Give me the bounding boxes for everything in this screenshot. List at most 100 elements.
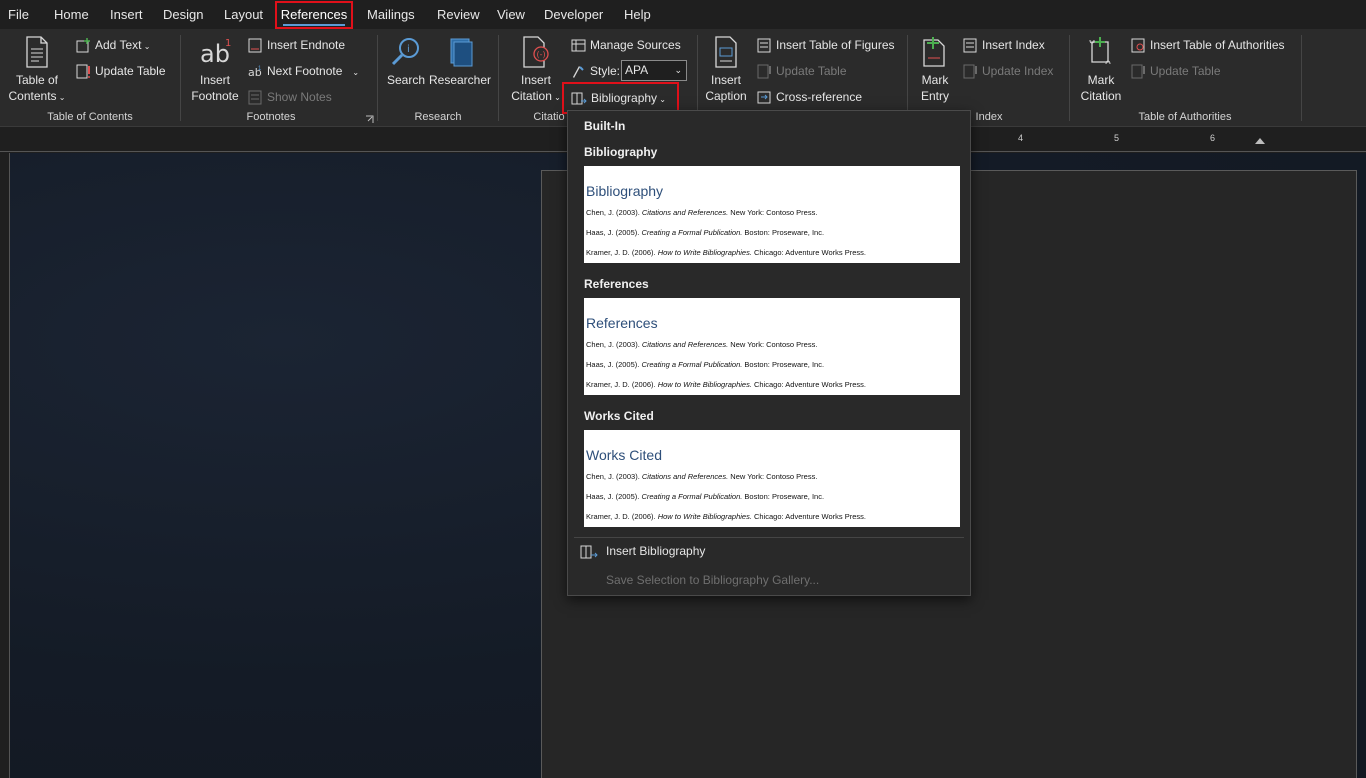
group-label-authorities: Table of Authorities bbox=[1138, 111, 1232, 123]
mark-citation-button[interactable]: Mark Citation bbox=[1076, 36, 1126, 104]
update-table-button[interactable]: Update Table bbox=[76, 61, 166, 81]
search-button[interactable]: i Search bbox=[384, 36, 428, 88]
insert-caption-label-2: Caption bbox=[705, 89, 747, 103]
mark-citation-icon bbox=[1089, 37, 1111, 65]
tab-file[interactable]: File bbox=[8, 0, 29, 29]
insert-table-of-authorities-label: Insert Table of Authorities bbox=[1150, 38, 1285, 52]
insert-footnote-icon: ab 1 bbox=[200, 38, 231, 68]
researcher-icon bbox=[450, 38, 473, 67]
insert-citation-icon: (-) bbox=[523, 36, 549, 68]
preview-entry: Haas, J. (2005). Creating a Formal Publi… bbox=[586, 228, 825, 237]
mark-entry-label-2: Entry bbox=[920, 89, 949, 103]
save-selection-label: Save Selection to Bibliography Gallery..… bbox=[606, 573, 820, 587]
group-separator bbox=[907, 35, 908, 121]
insert-endnote-button[interactable]: Insert Endnote bbox=[248, 35, 345, 55]
works-cited-option-preview[interactable]: Works Cited Chen, J. (2003). Citations a… bbox=[584, 430, 960, 527]
chevron-down-icon: ⌄ bbox=[674, 65, 682, 75]
group-label-footnotes: Footnotes bbox=[246, 111, 296, 123]
manage-sources-icon bbox=[571, 39, 586, 52]
bibliography-dropdown: Built-In Bibliography Bibliography Chen,… bbox=[567, 110, 971, 596]
insert-index-icon bbox=[963, 38, 977, 53]
cross-reference-button[interactable]: Cross-reference bbox=[757, 87, 862, 107]
update-table-figures-button[interactable]: Update Table bbox=[757, 61, 847, 81]
cross-reference-label: Cross-reference bbox=[776, 90, 863, 104]
mark-entry-button[interactable]: Mark Entry bbox=[913, 36, 957, 104]
references-option-preview[interactable]: References Chen, J. (2003). Citations an… bbox=[584, 298, 960, 395]
insert-footnote-label-2: Footnote bbox=[191, 89, 239, 103]
tab-insert[interactable]: Insert bbox=[110, 0, 143, 29]
style-icon bbox=[573, 66, 584, 79]
mark-entry-label-1: Mark bbox=[921, 73, 949, 87]
next-footnote-button[interactable]: ab 1 Next Footnote ⌄ bbox=[248, 61, 359, 81]
add-text-button[interactable]: Add Text ⌄ bbox=[76, 35, 150, 55]
manage-sources-label: Manage Sources bbox=[590, 38, 681, 52]
preview-entry: Chen, J. (2003). Citations and Reference… bbox=[586, 208, 818, 217]
svg-text:1: 1 bbox=[225, 38, 231, 49]
insert-index-button[interactable]: Insert Index bbox=[963, 35, 1045, 55]
ruler-number: 5 bbox=[1114, 133, 1120, 143]
insert-citation-label-1: Insert bbox=[520, 73, 551, 87]
insert-endnote-label: Insert Endnote bbox=[267, 38, 346, 52]
show-notes-button[interactable]: Show Notes bbox=[248, 87, 332, 107]
preview-entry: Haas, J. (2005). Creating a Formal Publi… bbox=[586, 492, 825, 501]
tab-help[interactable]: Help bbox=[624, 0, 651, 29]
chevron-down-icon[interactable]: ⌄ bbox=[352, 68, 359, 77]
toc-label-2: Contents bbox=[8, 89, 57, 103]
insert-endnote-icon bbox=[248, 38, 262, 53]
insert-footnote-button[interactable]: ab 1 Insert Footnote bbox=[188, 36, 242, 104]
section-header-built-in: Built-In bbox=[584, 119, 626, 133]
bibliography-option-preview[interactable]: Bibliography Chen, J. (2003). Citations … bbox=[584, 166, 960, 263]
menu-bar: File Home Insert Design Layout Reference… bbox=[0, 0, 1366, 29]
update-index-label: Update Index bbox=[982, 64, 1054, 78]
insert-caption-button[interactable]: Insert Caption bbox=[703, 36, 749, 104]
style-label-group: Style: bbox=[571, 61, 620, 81]
insert-caption-icon bbox=[715, 36, 737, 68]
update-index-button[interactable]: Update Index bbox=[963, 61, 1053, 81]
tab-review[interactable]: Review bbox=[437, 0, 480, 29]
update-table-authorities-label: Update Table bbox=[1150, 64, 1221, 78]
tab-home[interactable]: Home bbox=[54, 0, 89, 29]
insert-table-of-figures-button[interactable]: Insert Table of Figures bbox=[757, 35, 895, 55]
table-of-contents-button[interactable]: Table of Contents ⌄ bbox=[6, 36, 68, 106]
ruler-number: 6 bbox=[1210, 133, 1216, 143]
insert-bibliography-item[interactable]: Insert Bibliography bbox=[580, 544, 705, 560]
group-separator bbox=[697, 35, 698, 121]
tab-mailings[interactable]: Mailings bbox=[367, 0, 415, 29]
mark-citation-label-2: Citation bbox=[1080, 89, 1122, 103]
manage-sources-button[interactable]: Manage Sources bbox=[571, 35, 681, 55]
insert-footnote-label-1: Insert bbox=[199, 73, 230, 87]
insert-citation-label-2: Citation bbox=[511, 89, 552, 103]
insert-citation-button[interactable]: (-) Insert Citation ⌄ bbox=[506, 36, 566, 106]
preview-entry: Kramer, J. D. (2006). How to Write Bibli… bbox=[586, 512, 867, 521]
update-index-icon bbox=[963, 64, 977, 79]
next-footnote-label: Next Footnote bbox=[267, 64, 343, 78]
preview-entry: Kramer, J. D. (2006). How to Write Bibli… bbox=[586, 248, 867, 257]
tab-layout[interactable]: Layout bbox=[224, 0, 263, 29]
researcher-label: Researcher bbox=[428, 73, 492, 87]
preview-entry: Kramer, J. D. (2006). How to Write Bibli… bbox=[586, 380, 867, 389]
group-label-research: Research bbox=[414, 111, 462, 123]
add-text-label: Add Text bbox=[95, 38, 142, 52]
update-table-authorities-button[interactable]: Update Table bbox=[1131, 61, 1221, 81]
group-separator bbox=[1301, 35, 1302, 121]
menu-divider bbox=[574, 537, 964, 538]
tab-design[interactable]: Design bbox=[163, 0, 203, 29]
search-icon: i bbox=[391, 38, 419, 66]
citation-style-select[interactable]: APA ⌄ bbox=[621, 60, 687, 81]
tab-developer[interactable]: Developer bbox=[544, 0, 603, 29]
update-table-icon bbox=[757, 64, 771, 79]
dialog-launcher-icon[interactable] bbox=[365, 115, 374, 124]
insert-index-label: Insert Index bbox=[982, 38, 1045, 52]
insert-table-of-authorities-button[interactable]: Insert Table of Authorities bbox=[1131, 35, 1285, 55]
researcher-button[interactable]: Researcher bbox=[428, 36, 492, 88]
tab-view[interactable]: View bbox=[497, 0, 525, 29]
indent-marker-icon[interactable] bbox=[1254, 137, 1266, 147]
insert-caption-label-1: Insert bbox=[710, 73, 741, 87]
citation-style-value: APA bbox=[625, 63, 649, 77]
table-of-contents-icon bbox=[26, 36, 48, 68]
option-heading: Bibliography bbox=[584, 145, 658, 159]
chevron-down-icon: ⌄ bbox=[551, 93, 561, 102]
save-selection-item[interactable]: Save Selection to Bibliography Gallery..… bbox=[606, 573, 819, 587]
preview-title: References bbox=[586, 315, 658, 331]
option-heading: References bbox=[584, 277, 649, 291]
